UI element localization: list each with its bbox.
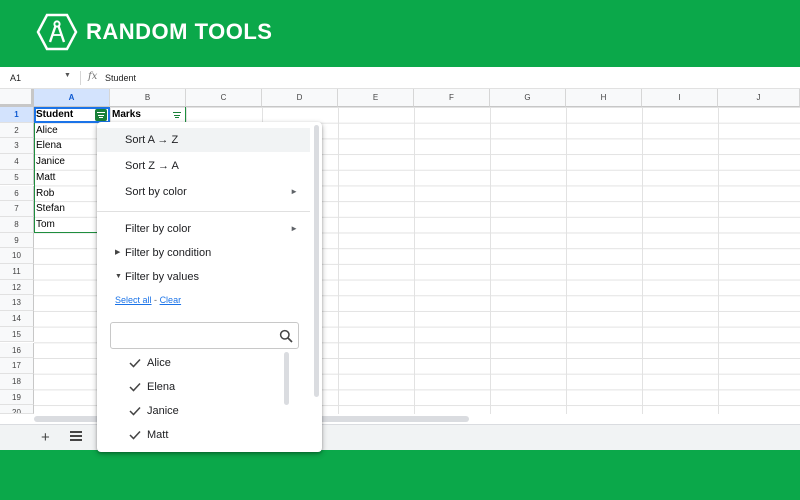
check-icon (129, 358, 141, 368)
value-option-label: Elena (147, 381, 176, 393)
row-header[interactable]: 8 (0, 216, 34, 233)
grid-line (718, 107, 719, 414)
cell-a3[interactable]: Elena (34, 138, 62, 154)
column-header-e[interactable]: E (338, 89, 414, 107)
check-icon (129, 406, 141, 416)
submenu-arrow-icon: ► (290, 224, 298, 233)
value-search-input[interactable] (110, 322, 299, 349)
value-option-label: Janice (147, 405, 179, 417)
column-header-d[interactable]: D (262, 89, 338, 107)
value-option-label: Alice (147, 357, 171, 369)
column-header-g[interactable]: G (490, 89, 566, 107)
select-all-corner[interactable] (0, 89, 34, 107)
fx-icon: fx (88, 71, 98, 82)
formula-bar-divider (80, 71, 81, 85)
column-header-c[interactable]: C (186, 89, 262, 107)
all-sheets-icon[interactable] (70, 431, 82, 441)
sort-z-a-item[interactable]: Sort Z → A (97, 154, 310, 178)
row-header[interactable]: 15 (0, 326, 34, 343)
row-header[interactable]: 12 (0, 279, 34, 296)
row-header[interactable]: 16 (0, 342, 34, 359)
cell-a8[interactable]: Tom (34, 217, 55, 233)
row-header[interactable]: 11 (0, 264, 34, 280)
menu-scrollbar[interactable] (314, 125, 319, 397)
bottom-banner (0, 450, 800, 500)
row-header[interactable]: 19 (0, 389, 34, 406)
filter-by-values-label: Filter by values (125, 271, 199, 283)
cell-a7[interactable]: Stefan (34, 201, 65, 217)
column-header-b[interactable]: B (110, 89, 186, 107)
cell-a6[interactable]: Rob (34, 186, 54, 202)
row-header[interactable]: 9 (0, 232, 34, 249)
row-header[interactable]: 10 (0, 248, 34, 264)
check-icon (129, 382, 141, 392)
column-header-f[interactable]: F (414, 89, 490, 107)
cell-b1[interactable]: Marks (110, 107, 141, 123)
check-icon (129, 430, 141, 440)
submenu-arrow-icon: ► (290, 187, 298, 196)
row-header[interactable]: 13 (0, 295, 34, 312)
column-header-h[interactable]: H (566, 89, 642, 107)
link-separator: - (154, 295, 158, 305)
formula-bar: A1 ▼ fx Student (0, 67, 800, 89)
filter-by-color-item[interactable]: Filter by color ► (97, 217, 310, 241)
brand-name: RANDOM TOOLS (86, 19, 273, 44)
name-box-dropdown-icon[interactable]: ▼ (64, 72, 71, 79)
filter-by-color-label: Filter by color (125, 223, 192, 235)
filter-toggle-active-icon[interactable] (95, 109, 107, 121)
sort-a-z-item[interactable]: Sort A → Z (97, 128, 310, 152)
grid-line (338, 107, 339, 414)
value-option-label: Matt (147, 429, 169, 441)
select-all-link[interactable]: Select all (115, 295, 152, 305)
filter-by-values-item[interactable]: ▼ Filter by values (97, 265, 310, 289)
sort-by-color-label: Sort by color (125, 186, 187, 198)
column-header-j[interactable]: J (718, 89, 800, 107)
filter-by-condition-item[interactable]: ▶ Filter by condition (97, 241, 310, 265)
cell-a4[interactable]: Janice (34, 154, 65, 170)
row-header[interactable]: 3 (0, 138, 34, 155)
grid-line (490, 107, 491, 414)
values-scrollbar[interactable] (284, 352, 289, 405)
cell-a2[interactable]: Alice (34, 123, 58, 139)
value-selection-links: Select all - Clear (115, 295, 181, 305)
row-header[interactable]: 18 (0, 373, 34, 390)
row-header[interactable]: 7 (0, 201, 34, 217)
compass-hexagon-icon (36, 13, 78, 51)
row-header[interactable]: 5 (0, 169, 34, 186)
filter-toggle-icon[interactable] (171, 109, 183, 121)
expand-right-icon: ▶ (115, 249, 121, 256)
row-header[interactable]: 4 (0, 154, 34, 170)
grid-line (642, 107, 643, 414)
column-header-i[interactable]: I (642, 89, 718, 107)
row-header[interactable]: 6 (0, 185, 34, 202)
row-header[interactable]: 17 (0, 358, 34, 374)
clear-link[interactable]: Clear (160, 295, 182, 305)
filter-menu: Sort A → Z Sort Z → A Sort by color ► Fi… (97, 122, 322, 452)
expand-down-icon: ▼ (115, 273, 122, 280)
row-header[interactable]: 14 (0, 311, 34, 327)
add-sheet-icon[interactable]: + (41, 429, 50, 446)
grid-line (566, 107, 567, 414)
row-header[interactable]: 2 (0, 122, 34, 139)
grid-line (414, 107, 415, 414)
row-header[interactable]: 1 (0, 107, 34, 123)
row-header[interactable]: 20 (0, 405, 34, 415)
column-header-a[interactable]: A (34, 89, 110, 107)
brand-banner: RANDOM TOOLS (0, 0, 800, 67)
cell-a5[interactable]: Matt (34, 170, 55, 186)
filter-by-condition-label: Filter by condition (125, 247, 212, 259)
formula-input[interactable]: Student (105, 73, 136, 83)
sort-by-color-item[interactable]: Sort by color ► (97, 180, 310, 204)
menu-divider (97, 211, 310, 212)
search-icon (279, 329, 293, 343)
name-box[interactable]: A1 (10, 73, 21, 83)
